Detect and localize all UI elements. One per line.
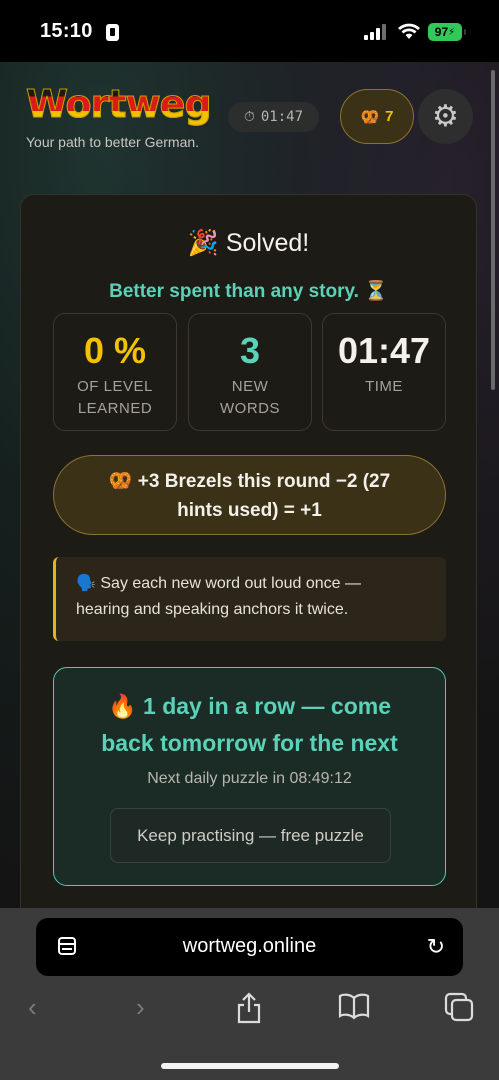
app-logo[interactable]: Wortweg	[26, 82, 213, 127]
forward-icon[interactable]: ›	[136, 992, 145, 1023]
brezel-counter-button[interactable]: 🥨 7	[340, 89, 414, 144]
stat-value: 01:47	[337, 330, 431, 371]
timer-display: ⏱ 01:47	[228, 102, 319, 132]
streak-panel: 🔥 1 day in a row — come back tomorrow fo…	[53, 667, 446, 886]
stat-value: 0 %	[83, 330, 147, 371]
web-page: Wortweg Your path to better German. ⏱ 01…	[0, 62, 499, 908]
result-subtitle: Better spent than any story. ⏳	[109, 281, 388, 302]
browser-nav-row: ‹ ›	[0, 992, 499, 1032]
timer-value: 01:47	[260, 109, 304, 125]
stat-new-words: 3 NEW WORDS	[188, 313, 312, 431]
app-tagline: Your path to better German.	[26, 134, 200, 150]
next-puzzle-countdown: Next daily puzzle in 08:49:12	[147, 770, 352, 787]
wifi-icon	[398, 23, 420, 39]
stat-label: NEW WORDS	[189, 376, 311, 420]
battery-level: 97	[434, 25, 449, 39]
stat-label: OF LEVEL LEARNED	[54, 376, 176, 420]
browser-toolbar: wortweg.online ↻ ‹ ›	[0, 908, 499, 1080]
reload-icon[interactable]: ↻	[427, 934, 445, 960]
url-text[interactable]: wortweg.online	[36, 935, 463, 958]
brezel-summary-line: hints used) = +1	[177, 500, 322, 521]
pretzel-icon: 🥨	[360, 108, 380, 126]
brezel-round-summary: 🥨 +3 Brezels this round −2 (27 hints use…	[53, 455, 446, 535]
status-bar: 15:10 97 ⚡	[0, 0, 499, 62]
cellular-signal-icon	[364, 24, 386, 40]
stat-level-learned: 0 % OF LEVEL LEARNED	[53, 313, 177, 431]
settings-button[interactable]: ⚙	[418, 89, 473, 144]
stat-label-line: TIME	[365, 378, 403, 395]
solved-title: 🎉 Solved!	[187, 229, 310, 257]
result-card: 🎉 Solved! Better spent than any story. ⏳…	[20, 194, 477, 908]
streak-line: back tomorrow for the next	[101, 730, 398, 756]
brezel-count: 7	[385, 108, 394, 125]
stat-label-line: LEARNED	[77, 400, 153, 417]
home-indicator[interactable]	[161, 1063, 339, 1069]
lock-icon	[106, 24, 119, 41]
stat-label-line: OF LEVEL	[77, 378, 153, 395]
address-bar[interactable]: wortweg.online ↻	[36, 918, 463, 976]
stat-label-line: NEW	[231, 378, 269, 395]
stat-label: TIME	[323, 376, 445, 398]
battery-indicator: 97 ⚡	[428, 23, 466, 41]
stopwatch-icon: ⏱	[243, 109, 255, 125]
tabs-icon[interactable]	[444, 992, 474, 1022]
stat-time: 01:47 TIME	[322, 313, 446, 431]
status-time: 15:10	[40, 20, 93, 42]
share-icon[interactable]	[236, 992, 262, 1024]
back-icon[interactable]: ‹	[28, 992, 37, 1023]
speaking-tip: 🗣️ Say each new word out loud once — hea…	[53, 557, 446, 641]
tip-line: 🗣️ Say each new word out loud once —	[76, 575, 361, 592]
tip-line: hearing and speaking anchors it twice.	[76, 601, 349, 618]
streak-line: 🔥 1 day in a row — come	[108, 693, 391, 719]
gear-icon: ⚙	[432, 100, 459, 133]
stat-label-line: WORDS	[220, 400, 280, 417]
stat-value: 3	[239, 330, 261, 371]
streak-message: 🔥 1 day in a row — come back tomorrow fo…	[54, 688, 445, 762]
scrollbar[interactable]	[491, 70, 495, 390]
bookmarks-icon[interactable]	[338, 992, 370, 1020]
brezel-summary-line: 🥨 +3 Brezels this round −2 (27	[108, 471, 391, 492]
keep-practising-button[interactable]: Keep practising — free puzzle	[110, 808, 391, 863]
